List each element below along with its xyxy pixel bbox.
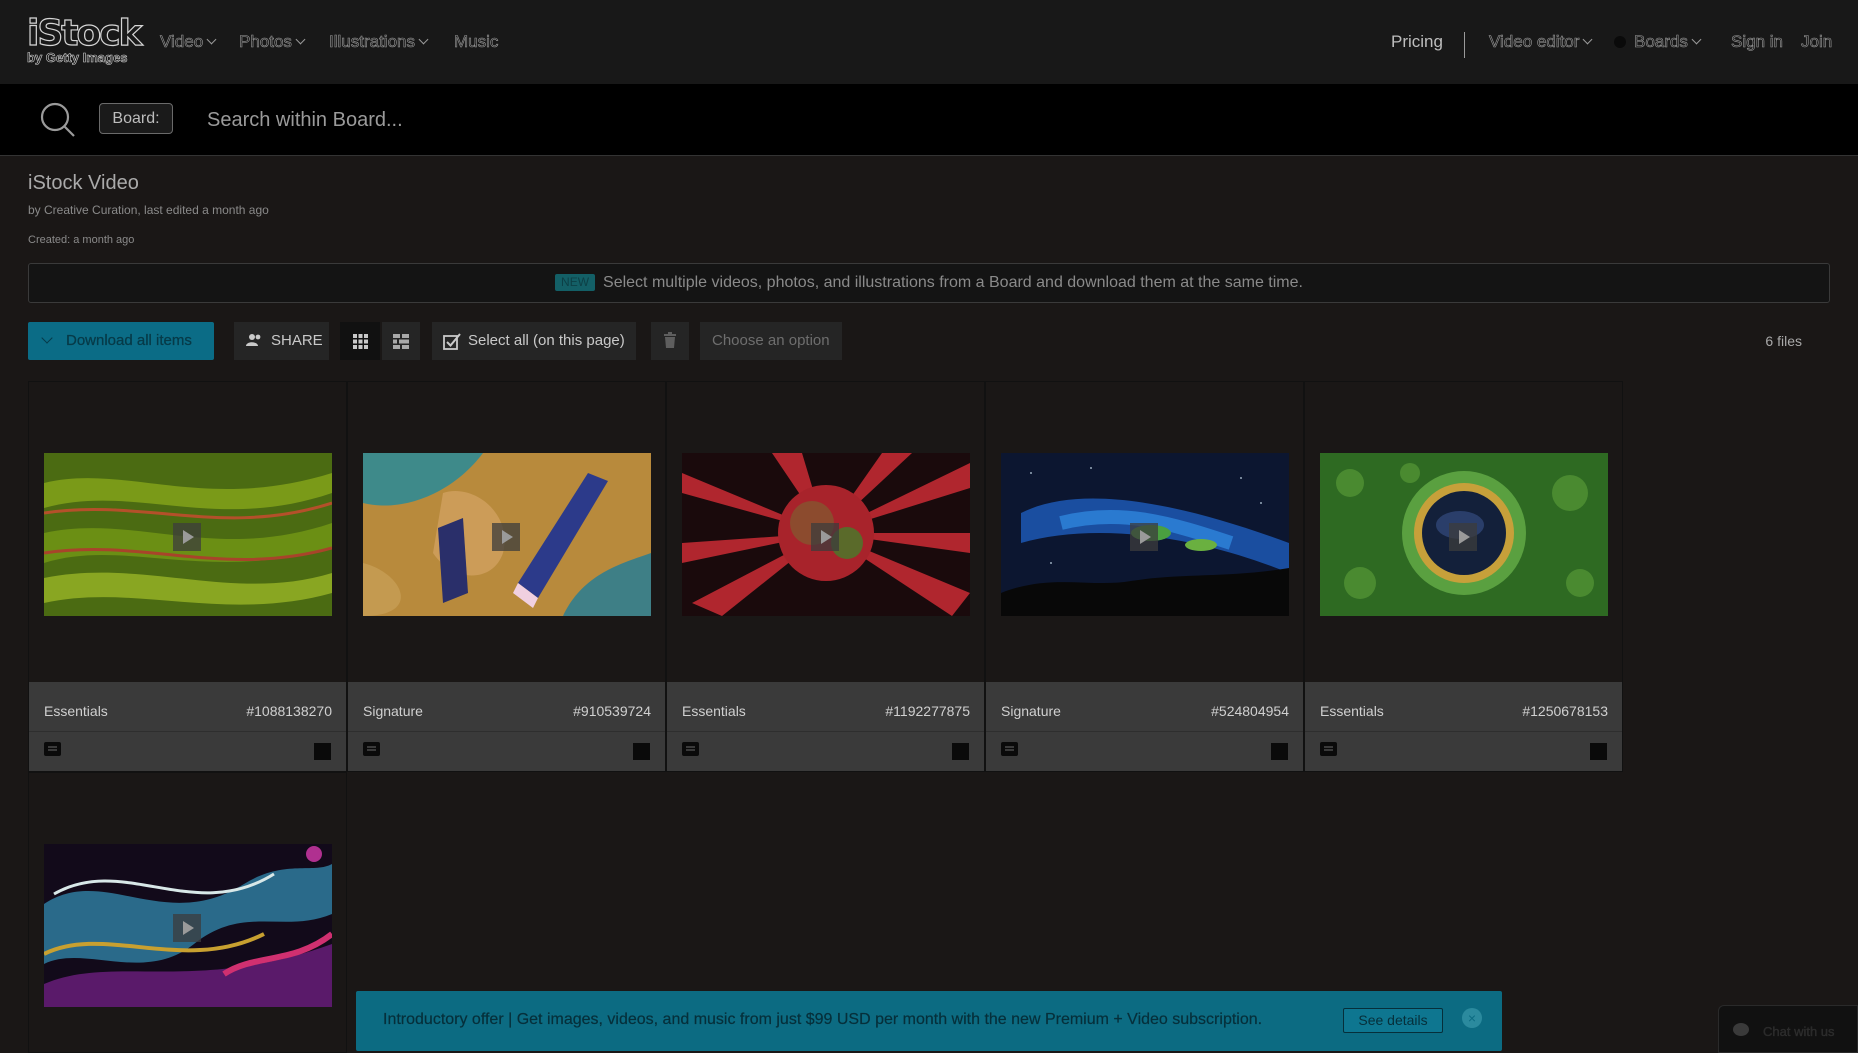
collection-label: Signature <box>1001 703 1061 719</box>
media-grid: Essentials #1088138270 Signature #910539… <box>28 381 1625 1053</box>
chat-label: Chat with us <box>1763 1024 1835 1039</box>
grid-view-large-button[interactable] <box>340 322 380 360</box>
video-thumbnail[interactable] <box>44 844 332 1007</box>
promo-banner: Introductory offer | Get images, videos,… <box>356 991 1502 1051</box>
play-icon <box>811 523 839 551</box>
chat-bubble-icon <box>1733 1023 1749 1036</box>
play-icon <box>173 914 201 942</box>
nav-photos[interactable]: Photos <box>239 32 306 52</box>
media-card[interactable]: Essentials #1250678153 <box>1304 381 1623 772</box>
play-icon <box>1449 523 1477 551</box>
search-input[interactable] <box>207 104 907 136</box>
card-info: Signature #524804954 <box>986 682 1303 771</box>
see-details-button[interactable]: See details <box>1343 1008 1443 1033</box>
card-divider <box>986 731 1303 732</box>
nav-video[interactable]: Video <box>160 32 217 52</box>
chevron-down-icon <box>295 34 306 45</box>
checkbox-icon <box>443 333 461 350</box>
select-checkbox[interactable] <box>1271 743 1288 760</box>
trash-icon <box>664 332 676 348</box>
asset-id[interactable]: #524804954 <box>1211 703 1289 719</box>
media-card[interactable] <box>28 772 347 1053</box>
promo-text: Introductory offer | Get images, videos,… <box>383 1011 1263 1028</box>
select-checkbox[interactable] <box>1590 743 1607 760</box>
select-checkbox[interactable] <box>314 743 331 760</box>
pricing-link[interactable]: Pricing <box>1391 32 1443 52</box>
istock-logo[interactable]: iStock by Getty Images <box>26 13 143 66</box>
nav-illustrations[interactable]: Illustrations <box>329 32 429 52</box>
video-thumbnail[interactable] <box>363 453 651 616</box>
top-navigation: iStock by Getty Images Video Photos Illu… <box>0 0 1858 84</box>
media-card[interactable]: Essentials #1192277875 <box>666 381 985 772</box>
collection-label: Signature <box>363 703 423 719</box>
search-icon[interactable] <box>40 102 76 138</box>
chevron-down-icon <box>1582 34 1593 45</box>
people-icon <box>246 334 261 346</box>
nav-music[interactable]: Music <box>454 32 499 52</box>
comment-icon[interactable] <box>682 742 699 756</box>
card-divider <box>667 731 984 732</box>
card-info: Essentials #1250678153 <box>1305 682 1622 771</box>
new-badge: NEW <box>555 274 596 291</box>
grid-view-compact-button[interactable] <box>382 322 420 360</box>
card-info: Essentials #1088138270 <box>29 682 346 771</box>
notice-text: Select multiple videos, photos, and illu… <box>603 274 1303 291</box>
nav-video-editor[interactable]: Video editor <box>1489 32 1593 52</box>
delete-button[interactable] <box>651 322 689 360</box>
bulk-action-select[interactable]: Choose an option <box>700 322 842 360</box>
asset-id[interactable]: #910539724 <box>573 703 651 719</box>
card-info: Essentials #1192277875 <box>667 682 984 771</box>
mosaic-icon <box>393 334 409 349</box>
media-card[interactable]: Signature #524804954 <box>985 381 1304 772</box>
play-icon <box>1130 523 1158 551</box>
board-title: iStock Video <box>28 172 139 194</box>
card-divider <box>348 731 665 732</box>
collection-label: Essentials <box>44 703 108 719</box>
select-all-button[interactable]: Select all (on this page) <box>432 322 636 360</box>
collection-label: Essentials <box>682 703 746 719</box>
grid-icon <box>353 334 368 349</box>
chevron-down-icon <box>1691 34 1702 45</box>
nav-divider <box>1464 32 1465 58</box>
logo-subtitle: by Getty Images <box>27 50 128 66</box>
comment-icon[interactable] <box>1320 742 1337 756</box>
media-card[interactable]: Essentials #1088138270 <box>28 381 347 772</box>
logo-word: iStock <box>26 13 143 54</box>
media-card[interactable]: Signature #910539724 <box>347 381 666 772</box>
board-meta: by Creative Curation, last edited a mont… <box>28 203 269 217</box>
play-icon <box>492 523 520 551</box>
select-checkbox[interactable] <box>952 743 969 760</box>
feature-notice: NEW Select multiple videos, photos, and i… <box>28 263 1830 303</box>
card-divider <box>29 731 346 732</box>
join-link[interactable]: Join <box>1801 32 1833 52</box>
boards-dot-icon <box>1614 36 1626 48</box>
video-thumbnail[interactable] <box>682 453 970 616</box>
asset-id[interactable]: #1250678153 <box>1522 703 1608 719</box>
board-scope-chip[interactable]: Board: <box>99 103 173 134</box>
close-icon[interactable]: × <box>1462 1008 1482 1028</box>
video-thumbnail[interactable] <box>44 453 332 616</box>
collection-label: Essentials <box>1320 703 1384 719</box>
comment-icon[interactable] <box>1001 742 1018 756</box>
asset-id[interactable]: #1192277875 <box>885 703 970 719</box>
download-all-button[interactable]: Download all items <box>28 322 214 360</box>
card-divider <box>1305 731 1622 732</box>
chevron-down-icon <box>418 34 429 45</box>
asset-id[interactable]: #1088138270 <box>246 703 332 719</box>
comment-icon[interactable] <box>44 742 61 756</box>
select-checkbox[interactable] <box>633 743 650 760</box>
sign-in-link[interactable]: Sign in <box>1731 32 1784 52</box>
share-button[interactable]: SHARE <box>234 322 329 360</box>
card-info: Signature #910539724 <box>348 682 665 771</box>
file-count: 6 files <box>1765 333 1802 349</box>
video-thumbnail[interactable] <box>1320 453 1608 616</box>
chevron-down-icon <box>206 34 217 45</box>
nav-boards[interactable]: Boards <box>1614 32 1702 52</box>
board-created: Created: a month ago <box>28 234 135 246</box>
chevron-down-icon <box>41 332 53 344</box>
play-icon <box>173 523 201 551</box>
comment-icon[interactable] <box>363 742 380 756</box>
video-thumbnail[interactable] <box>1001 453 1289 616</box>
chat-widget-button[interactable]: Chat with us <box>1718 1005 1858 1053</box>
